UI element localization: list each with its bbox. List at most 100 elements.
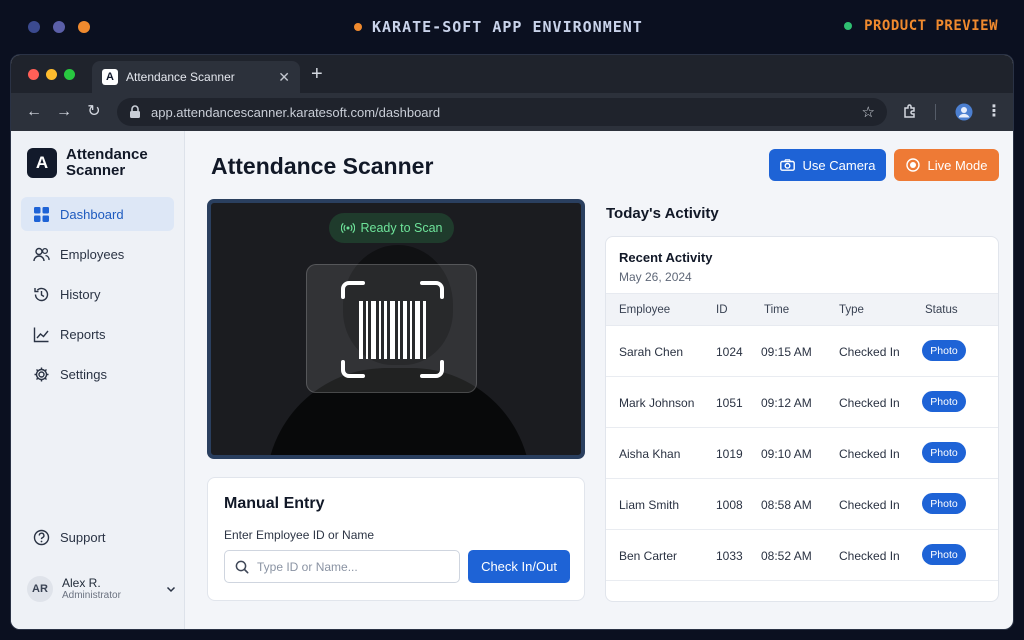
dashboard-icon [34, 206, 49, 222]
env-dot-1 [28, 21, 40, 33]
browser-window: A Attendance Scanner ✕ + ← → ↻ app.atten… [10, 54, 1014, 630]
photo-badge[interactable]: Photo [922, 442, 966, 463]
user-menu[interactable]: AR Alex R. Administrator [27, 573, 177, 605]
camera-viewport[interactable]: Ready to Scan [207, 199, 585, 459]
sidebar-item-history[interactable]: History [21, 277, 174, 311]
column-header-employee[interactable]: Employee [619, 304, 670, 316]
extensions-icon[interactable] [901, 103, 919, 121]
lock-icon [130, 105, 140, 118]
check-type: Checked In [839, 447, 900, 461]
photo-badge[interactable]: Photo [922, 544, 966, 565]
maximize-window-button[interactable] [64, 69, 75, 80]
user-info: Alex R. Administrator [62, 576, 156, 602]
bookmark-star-icon[interactable]: ☆ [862, 103, 875, 121]
tab-strip: A Attendance Scanner ✕ + [11, 55, 1013, 93]
employee-id: 1024 [716, 345, 743, 359]
users-icon [33, 247, 50, 261]
column-header-status[interactable]: Status [925, 304, 958, 316]
product-preview-label: PRODUCT PREVIEW [844, 18, 998, 34]
tab-title: Attendance Scanner [126, 70, 235, 84]
main-content: Attendance Scanner Use Camera Live Mode [186, 131, 1013, 629]
camera-icon [779, 159, 795, 171]
favicon-icon: A [102, 69, 118, 85]
check-in-out-button[interactable]: Check In/Out [468, 550, 570, 583]
sidebar-item-dashboard[interactable]: Dashboard [21, 197, 174, 231]
minimize-window-button[interactable] [46, 69, 57, 80]
sidebar-item-settings[interactable]: Settings [21, 357, 174, 391]
forward-icon[interactable]: → [55, 103, 73, 121]
reload-icon[interactable]: ↻ [85, 103, 103, 121]
avatar: AR [27, 576, 53, 602]
employee-search-field[interactable] [224, 550, 460, 583]
check-type: Checked In [839, 549, 900, 563]
table-row[interactable]: Mark Johnson 1051 09:12 AM Checked In Ph… [606, 377, 998, 428]
activity-card: Recent Activity May 26, 2024 Employee ID… [605, 236, 999, 602]
check-time: 09:15 AM [761, 345, 812, 359]
activity-section-title: Today's Activity [606, 205, 719, 222]
photo-badge[interactable]: Photo [922, 340, 966, 361]
more-menu-icon[interactable]: ⋮ [985, 103, 1003, 121]
close-window-button[interactable] [28, 69, 39, 80]
sidebar-item-employees[interactable]: Employees [21, 237, 174, 271]
app-area: A Attendance Scanner Dashboard Employees… [11, 131, 1013, 629]
browser-tab[interactable]: A Attendance Scanner ✕ [92, 61, 300, 93]
check-time: 09:10 AM [761, 447, 812, 461]
scan-frame [306, 264, 477, 393]
check-type: Checked In [839, 396, 900, 410]
activity-card-title: Recent Activity [619, 250, 713, 265]
profile-icon[interactable] [955, 103, 973, 121]
record-icon [905, 158, 920, 172]
column-header-time[interactable]: Time [764, 304, 789, 316]
reports-icon [33, 327, 49, 342]
app-name: Attendance Scanner [66, 146, 148, 179]
chevron-down-icon[interactable] [165, 583, 177, 595]
barcode-icon [341, 281, 444, 378]
environment-bar: KARATE-SOFT APP ENVIRONMENT PRODUCT PREV… [0, 0, 1024, 54]
broadcast-icon [340, 222, 355, 234]
sidebar: A Attendance Scanner Dashboard Employees… [11, 131, 185, 629]
environment-title: KARATE-SOFT APP ENVIRONMENT [354, 18, 643, 36]
employee-name: Liam Smith [619, 498, 680, 512]
activity-date: May 26, 2024 [619, 270, 692, 284]
address-bar[interactable]: app.attendancescanner.karatesoft.com/das… [117, 98, 887, 126]
column-header-id[interactable]: ID [716, 304, 728, 316]
history-icon [34, 287, 49, 301]
employee-id: 1033 [716, 549, 743, 563]
env-dot-2 [53, 21, 65, 33]
help-icon [33, 529, 50, 545]
manual-entry-title: Manual Entry [224, 495, 325, 512]
sidebar-item-reports[interactable]: Reports [21, 317, 174, 351]
employee-search-input[interactable] [257, 559, 447, 574]
sidebar-item-support[interactable]: Support [21, 520, 174, 554]
green-dot-icon [844, 22, 853, 30]
table-row[interactable]: Aisha Khan 1019 09:10 AM Checked In Phot… [606, 428, 998, 479]
employee-id: 1019 [716, 447, 743, 461]
back-icon[interactable]: ← [25, 103, 43, 121]
check-type: Checked In [839, 498, 900, 512]
employee-id: 1051 [716, 396, 743, 410]
orange-dot-icon [354, 23, 362, 31]
photo-badge[interactable]: Photo [922, 391, 966, 412]
employee-name: Mark Johnson [619, 396, 695, 410]
page-title: Attendance Scanner [211, 153, 434, 179]
table-row[interactable]: Liam Smith 1008 08:58 AM Checked In Phot… [606, 479, 998, 530]
user-role: Administrator [62, 590, 121, 601]
photo-badge[interactable]: Photo [922, 493, 966, 514]
column-header-type[interactable]: Type [839, 304, 864, 316]
check-time: 08:52 AM [761, 549, 812, 563]
check-time: 08:58 AM [761, 498, 812, 512]
employee-name: Aisha Khan [619, 447, 681, 461]
use-camera-button[interactable]: Use Camera [769, 149, 886, 181]
user-name: Alex R. [62, 576, 101, 590]
employee-name: Sarah Chen [619, 345, 684, 359]
toolbar-divider [935, 104, 936, 120]
app-logo: A [27, 148, 57, 178]
close-tab-icon[interactable]: ✕ [278, 69, 290, 86]
live-mode-button[interactable]: Live Mode [894, 149, 999, 181]
new-tab-icon[interactable]: + [311, 64, 323, 84]
employee-id: 1008 [716, 498, 743, 512]
table-row[interactable]: Sarah Chen 1024 09:15 AM Checked In Phot… [606, 326, 998, 377]
browser-toolbar: ← → ↻ app.attendancescanner.karatesoft.c… [11, 93, 1013, 131]
table-row[interactable]: Ben Carter 1033 08:52 AM Checked In Phot… [606, 530, 998, 581]
table-header: Employee ID Time Type Status [606, 293, 998, 326]
